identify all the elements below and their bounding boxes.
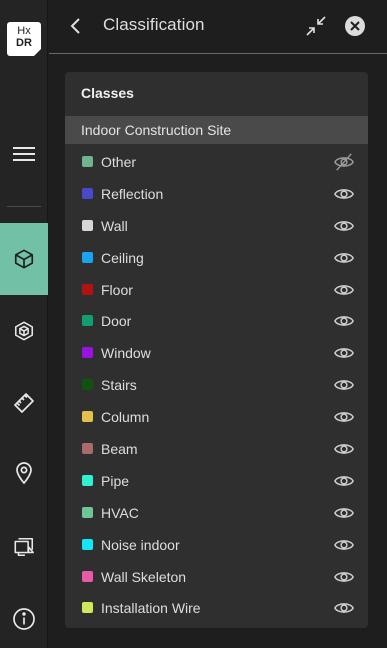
- class-row[interactable]: Pipe: [65, 465, 368, 497]
- rail-item-models[interactable]: [0, 307, 48, 355]
- panel-title: Classification: [103, 15, 205, 34]
- class-row[interactable]: Ceiling: [65, 242, 368, 274]
- hxdr-logo[interactable]: Hx DR: [7, 22, 41, 56]
- classes-card: Classes Indoor Construction Site Other Re…: [65, 72, 368, 628]
- class-label: Column: [101, 409, 150, 426]
- class-color-swatch: [82, 538, 93, 550]
- class-color-swatch: [82, 474, 93, 486]
- close-icon: [344, 15, 366, 37]
- panel-header: Classification: [49, 0, 387, 54]
- eye-icon[interactable]: [333, 535, 355, 555]
- location-pin-icon: [14, 461, 34, 485]
- eye-icon[interactable]: [333, 439, 355, 459]
- class-label: HVAC: [101, 504, 139, 521]
- eye-off-icon[interactable]: [333, 152, 355, 172]
- class-row[interactable]: Column: [65, 401, 368, 433]
- eye-icon[interactable]: [333, 471, 355, 491]
- class-label: Reflection: [101, 185, 164, 202]
- class-group-label: Indoor Construction Site: [81, 122, 232, 138]
- class-row[interactable]: Installation Wire: [65, 592, 368, 624]
- eye-icon[interactable]: [333, 311, 355, 331]
- eye-icon[interactable]: [333, 184, 355, 204]
- rail-item-classification[interactable]: [0, 223, 48, 295]
- class-color-swatch: [82, 379, 93, 391]
- logo-notch: [34, 49, 41, 56]
- eye-icon[interactable]: [333, 216, 355, 236]
- class-label: Ceiling: [101, 249, 144, 266]
- class-color-swatch: [82, 443, 93, 455]
- class-row[interactable]: Noise indoor: [65, 529, 368, 561]
- class-color-swatch: [82, 315, 93, 327]
- ruler-icon: [12, 391, 36, 415]
- rail-divider: [7, 206, 41, 207]
- class-color-swatch: [82, 283, 93, 295]
- classes-heading: Classes: [81, 85, 134, 101]
- collapse-arrows-icon: [304, 14, 328, 38]
- close-button[interactable]: [344, 15, 366, 37]
- rail-item-presentation[interactable]: [0, 523, 48, 571]
- chevron-left-icon: [64, 14, 88, 38]
- menu-button[interactable]: [0, 130, 48, 178]
- class-list: Other Reflection Wall Ceiling Floor Door Windo…: [65, 146, 368, 624]
- class-color-swatch: [82, 411, 93, 423]
- class-label: Noise indoor: [101, 536, 180, 553]
- monitor-layers-icon: [13, 536, 35, 558]
- class-row[interactable]: Window: [65, 337, 368, 369]
- class-row[interactable]: Reflection: [65, 178, 368, 210]
- class-color-swatch: [82, 251, 93, 263]
- class-label: Wall Skeleton: [101, 568, 187, 585]
- eye-icon[interactable]: [333, 598, 355, 618]
- hexagon-box-icon: [13, 320, 35, 342]
- rail-item-locations[interactable]: [0, 449, 48, 497]
- class-row[interactable]: Floor: [65, 274, 368, 306]
- eye-icon[interactable]: [333, 567, 355, 587]
- class-row[interactable]: HVAC: [65, 497, 368, 529]
- class-color-swatch: [82, 156, 93, 167]
- collapse-button[interactable]: [304, 14, 328, 38]
- class-color-swatch: [82, 187, 93, 199]
- class-color-swatch: [82, 347, 93, 359]
- eye-icon[interactable]: [333, 280, 355, 300]
- hamburger-menu-icon: [13, 146, 35, 162]
- left-navigation-rail: Hx DR: [0, 0, 48, 648]
- cube-icon: [13, 248, 35, 270]
- class-row[interactable]: Other: [65, 146, 368, 178]
- class-color-swatch: [82, 506, 93, 518]
- eye-icon[interactable]: [333, 343, 355, 363]
- class-row[interactable]: Door: [65, 305, 368, 337]
- class-color-swatch: [82, 570, 93, 582]
- eye-icon[interactable]: [333, 503, 355, 523]
- class-label: Door: [101, 313, 132, 330]
- eye-icon[interactable]: [333, 375, 355, 395]
- rail-item-info[interactable]: [0, 595, 48, 643]
- class-color-swatch: [82, 219, 93, 231]
- class-label: Pipe: [101, 472, 130, 489]
- class-row[interactable]: Wall: [65, 210, 368, 242]
- class-color-swatch: [82, 602, 93, 614]
- class-group-header[interactable]: Indoor Construction Site: [65, 116, 368, 144]
- class-label: Floor: [101, 281, 133, 298]
- class-row[interactable]: Wall Skeleton: [65, 561, 368, 593]
- class-row[interactable]: Beam: [65, 433, 368, 465]
- class-label: Installation Wire: [101, 600, 201, 617]
- eye-icon[interactable]: [333, 248, 355, 268]
- class-label: Beam: [101, 441, 138, 458]
- info-icon: [12, 607, 36, 631]
- class-row[interactable]: Stairs: [65, 369, 368, 401]
- back-button[interactable]: [64, 14, 88, 38]
- eye-icon[interactable]: [333, 407, 355, 427]
- class-label: Window: [101, 345, 151, 362]
- class-label: Wall: [101, 217, 128, 234]
- class-label: Stairs: [101, 377, 137, 394]
- class-label: Other: [101, 154, 137, 170]
- rail-item-measure[interactable]: [0, 379, 48, 427]
